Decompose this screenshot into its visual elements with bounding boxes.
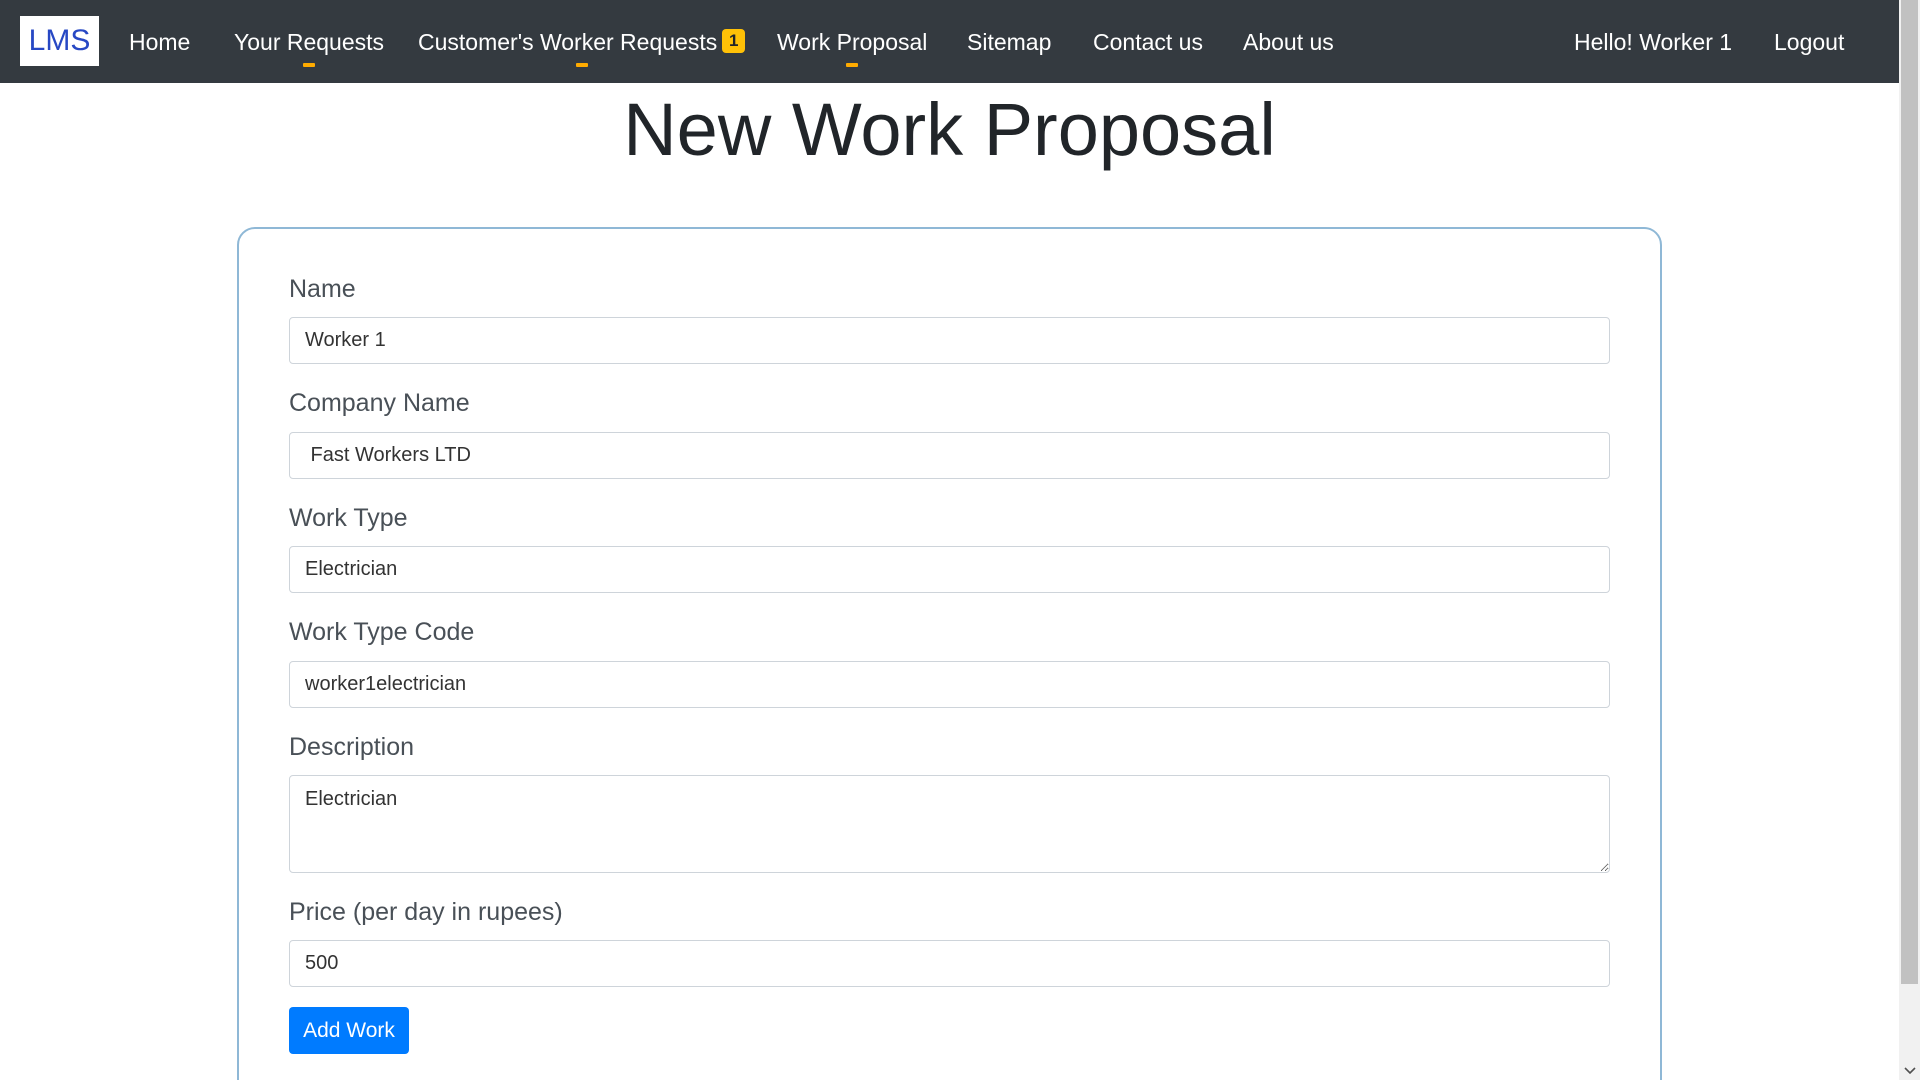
add-work-button[interactable]: Add Work [289, 1007, 409, 1054]
nav-home[interactable]: Home [129, 0, 190, 83]
price-label: Price (per day in rupees) [289, 898, 563, 926]
nav-about[interactable]: About us [1243, 0, 1334, 83]
notification-badge: 1 [722, 29, 746, 54]
work-type-code-label: Work Type Code [289, 618, 475, 646]
page-title: New Work Proposal [623, 88, 1276, 171]
logout-label: Logout [1774, 29, 1845, 55]
user-greeting-label: Hello! Worker 1 [1574, 29, 1733, 55]
price-input[interactable] [289, 940, 1610, 987]
nav-sitemap[interactable]: Sitemap [967, 0, 1051, 83]
name-input[interactable] [289, 317, 1610, 364]
nav-your-requests[interactable]: Your Requests [234, 0, 384, 83]
description-label: Description [289, 733, 415, 761]
nav-contact[interactable]: Contact us [1093, 0, 1203, 83]
scrollbar-thumb[interactable] [1901, 0, 1918, 984]
dropdown-indicator [575, 63, 588, 67]
company-name-label: Company Name [289, 389, 470, 417]
top-navbar: LMS Home Your Requests Customer's Worker… [0, 0, 1899, 83]
work-type-label: Work Type [289, 504, 408, 532]
brand-logo[interactable]: LMS [20, 16, 99, 66]
page: LMS Home Your Requests Customer's Worker… [0, 0, 1920, 1080]
user-greeting[interactable]: Hello! Worker 1 [1574, 0, 1732, 83]
nav-your-requests-label: Your Requests [234, 29, 385, 55]
nav-customer-worker-requests-label: Customer's Worker Requests [418, 29, 718, 55]
work-type-input[interactable] [289, 546, 1610, 593]
dropdown-indicator [303, 63, 316, 67]
description-textarea[interactable]: Electrician [289, 775, 1610, 873]
scroll-down-arrow-icon[interactable] [1899, 1063, 1920, 1080]
nav-about-label: About us [1243, 29, 1334, 55]
work-type-code-input[interactable] [289, 661, 1610, 708]
nav-contact-label: Contact us [1093, 29, 1203, 55]
nav-work-proposal-label: Work Proposal [777, 29, 928, 55]
nav-sitemap-label: Sitemap [967, 29, 1052, 55]
dropdown-indicator [846, 63, 859, 67]
vertical-scrollbar[interactable] [1899, 0, 1920, 1080]
logout-link[interactable]: Logout [1774, 0, 1844, 83]
nav-work-proposal[interactable]: Work Proposal [777, 0, 927, 83]
name-label: Name [289, 275, 356, 303]
nav-customer-worker-requests[interactable]: Customer's Worker Requests 1 [418, 0, 746, 83]
company-name-input[interactable] [289, 432, 1610, 479]
nav-home-label: Home [129, 29, 191, 55]
